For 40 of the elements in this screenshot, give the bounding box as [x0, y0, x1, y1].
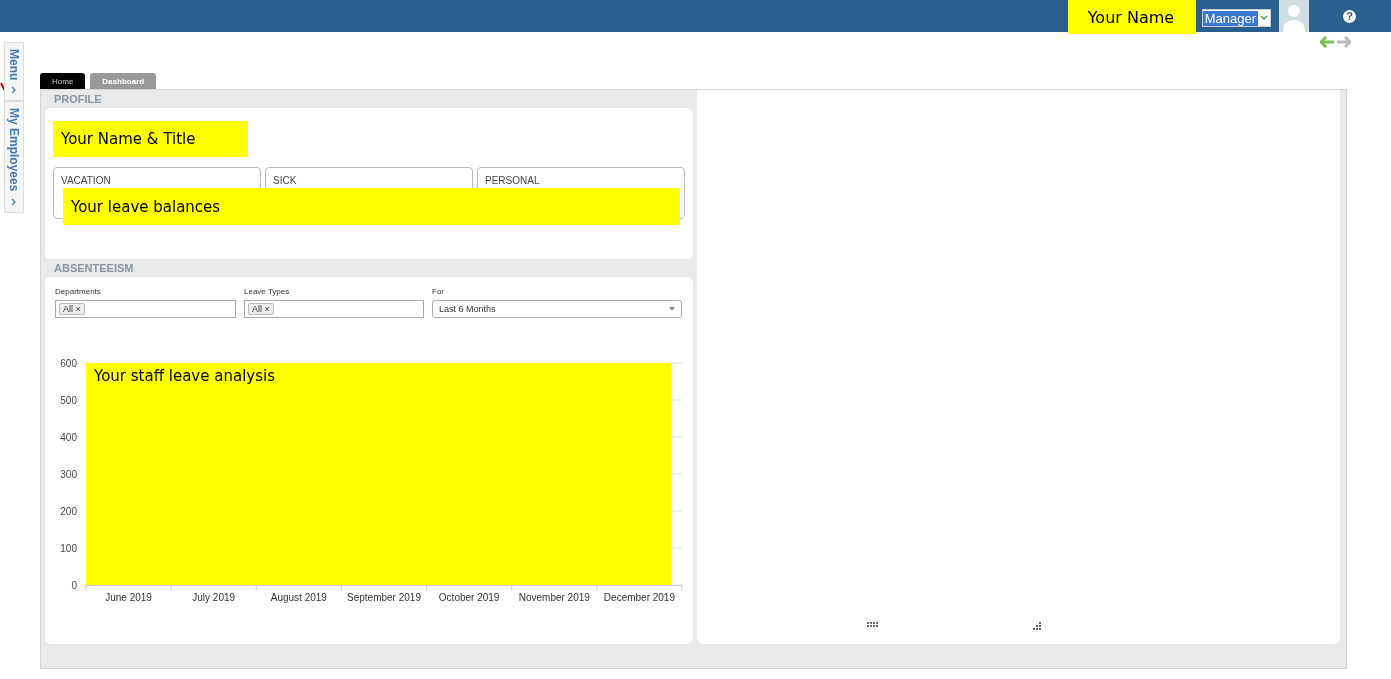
axis-tick-label: December 2019 [603, 592, 675, 603]
chevron-icon [11, 197, 17, 206]
axis-tick-label: 600 [60, 358, 77, 369]
axis-tick-label: August 2019 [270, 592, 327, 603]
section-title: PROFILE [53, 92, 103, 107]
axis-tick-label: October 2019 [438, 592, 500, 603]
highlight-note: Your staff leave analysis [86, 363, 671, 585]
filter-label: Departments [55, 287, 102, 296]
axis-tick-label: 300 [60, 469, 77, 480]
axis-tick-label: 500 [60, 395, 77, 406]
axis-tick-label: 200 [60, 506, 77, 517]
filter-label: For [432, 287, 445, 296]
filter-tag[interactable]: All × [59, 303, 85, 315]
period-dropdown[interactable]: Last 6 Months [432, 300, 682, 318]
tag-field[interactable]: All × [55, 300, 236, 318]
tag-field[interactable]: All × [244, 300, 424, 318]
section-title: ABSENTEEISM [53, 261, 135, 276]
help-icon[interactable]: ? [1343, 9, 1356, 23]
tab[interactable]: Home [40, 73, 86, 89]
filter-tag[interactable]: All × [248, 303, 274, 315]
side-tab[interactable]: My Employees [4, 101, 24, 213]
back-arrow-icon[interactable] [1320, 36, 1335, 48]
axis-tick-label: 100 [60, 543, 77, 554]
side-tab[interactable]: Menu [4, 42, 24, 102]
caret-icon [669, 307, 675, 311]
resize-grip-icon[interactable] [1033, 622, 1041, 630]
highlight-note: Your Name [1067, 0, 1196, 34]
axis-tick-label: September 2019 [347, 592, 421, 603]
highlight-note: Your leave balances [63, 188, 680, 225]
chevron-icon [11, 86, 17, 95]
filter-label: Leave Types [244, 287, 291, 296]
highlight-note: Your Name & Title [53, 121, 248, 157]
axis-tick-label: 0 [71, 580, 77, 591]
role-dropdown[interactable]: Manager [1201, 9, 1271, 27]
forward-arrow-icon[interactable] [1336, 36, 1351, 48]
axis-tick-label: June 2019 [105, 592, 152, 603]
axis-tick-label: 400 [60, 432, 77, 443]
axis-tick-label: November 2019 [518, 592, 590, 603]
axis-tick-label: July 2019 [192, 592, 236, 603]
grip-icon[interactable] [867, 622, 878, 627]
